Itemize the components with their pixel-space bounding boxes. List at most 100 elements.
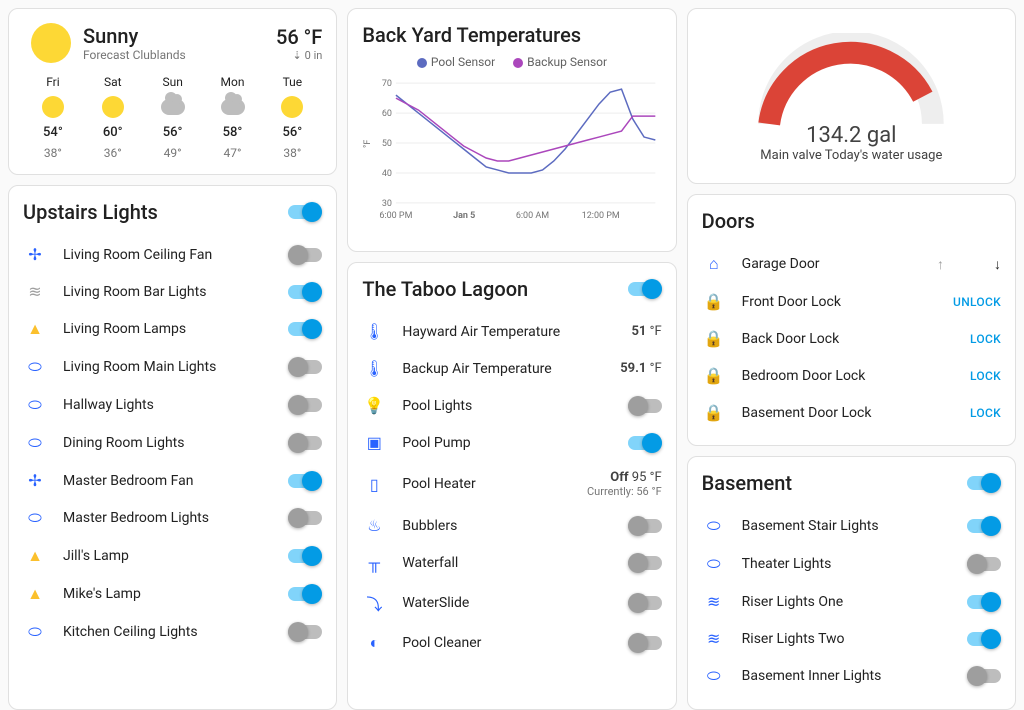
day-high: 60° [103, 125, 123, 140]
toggle[interactable] [967, 632, 1001, 646]
toggle[interactable] [288, 549, 322, 563]
item-label: Bubblers [402, 518, 627, 534]
toggle[interactable] [288, 322, 322, 336]
toggle[interactable] [288, 248, 322, 262]
day-label: Mon [221, 75, 245, 89]
arrow-up-icon[interactable]: ↑ [937, 256, 944, 273]
item-label: Back Door Lock [742, 331, 970, 347]
item-label: Living Room Lamps [63, 321, 288, 337]
list-item: 🌡 Hayward Air Temperature 51 °F [362, 313, 661, 350]
master-toggle[interactable] [288, 205, 322, 219]
light-icon: ⬭ [23, 433, 47, 453]
forecast-day: Tue 56° 38° [280, 75, 304, 160]
item-label: Waterfall [402, 555, 627, 571]
toggle[interactable] [628, 436, 662, 450]
item-value: 51 °F [631, 324, 661, 339]
svg-text:Jan 5: Jan 5 [453, 211, 475, 221]
list-item: 💡 Pool Lights [362, 387, 661, 424]
toggle[interactable] [288, 398, 322, 412]
toggle[interactable] [288, 511, 322, 525]
list-item: ≋ Riser Lights Two [702, 620, 1001, 657]
toggle[interactable] [628, 596, 662, 610]
legend-dot-backup [513, 58, 523, 68]
lock-icon: 🔒 [702, 403, 726, 422]
heater-icon: ▯ [362, 475, 386, 494]
svg-text:30: 30 [382, 199, 392, 209]
therm-icon: 🌡 [362, 322, 386, 341]
slide-icon: ⤵ [362, 591, 386, 615]
upstairs-lights-card: Upstairs Lights ✢ Living Room Ceiling Fa… [8, 185, 337, 710]
toggle[interactable] [288, 587, 322, 601]
day-label: Sun [162, 75, 182, 89]
item-label: Living Room Bar Lights [63, 284, 288, 300]
item-label: Pool Heater [402, 476, 587, 492]
master-toggle[interactable] [967, 476, 1001, 490]
svg-text:°F: °F [363, 140, 373, 148]
gauge-card: 134.2 gal Main valve Today's water usage [687, 8, 1016, 184]
item-label: Pool Cleaner [402, 635, 627, 651]
item-label: Bedroom Door Lock [742, 368, 970, 384]
toggle[interactable] [288, 436, 322, 450]
chart-legend: Pool Sensor Backup Sensor [362, 55, 661, 69]
light-icon: ⬭ [23, 357, 47, 377]
light-icon: ⬭ [702, 666, 726, 686]
item-label: Pool Lights [402, 398, 627, 414]
master-toggle[interactable] [628, 282, 662, 296]
toggle[interactable] [967, 669, 1001, 683]
garage-icon: ⌂ [702, 254, 726, 274]
toggle[interactable] [288, 474, 322, 488]
gauge-value: 134.2 gal [806, 123, 896, 148]
toggle[interactable] [628, 519, 662, 533]
day-high: 54° [43, 125, 63, 140]
therm-icon: 🌡 [362, 359, 386, 378]
list-item: ≋ Living Room Bar Lights [23, 273, 322, 310]
lock-icon: 🔒 [702, 366, 726, 385]
item-label: Hayward Air Temperature [402, 324, 631, 340]
toggle[interactable] [967, 519, 1001, 533]
toggle[interactable] [628, 636, 662, 650]
door-action[interactable]: LOCK [970, 332, 1001, 346]
list-item: ⬭ Hallway Lights [23, 386, 322, 424]
toggle[interactable] [288, 285, 322, 299]
door-action[interactable]: LOCK [970, 406, 1001, 420]
sun-icon [41, 95, 65, 119]
temperature-chart: 3040506070°F6:00 PMJan 56:00 AM12:00 PM [362, 73, 661, 233]
list-item: ⌂ Garage Door ↑ ↓ [702, 245, 1001, 283]
water-gauge [741, 33, 961, 133]
forecast-day: Sat 60° 36° [101, 75, 125, 160]
day-label: Sat [104, 75, 122, 89]
day-low: 49° [164, 146, 182, 160]
doors-card: Doors ⌂ Garage Door ↑ ↓ 🔒 Front Door Loc… [687, 194, 1016, 446]
list-item: ⬭ Dining Room Lights [23, 424, 322, 462]
toggle[interactable] [288, 625, 322, 639]
toggle[interactable] [628, 556, 662, 570]
forecast-day: Mon 58° 47° [221, 75, 245, 160]
forecast-day: Sun 56° 49° [161, 75, 185, 160]
toggle[interactable] [288, 360, 322, 374]
svg-text:60: 60 [382, 109, 392, 119]
lock-icon: 🔒 [702, 292, 726, 311]
weather-condition: Sunny [83, 24, 276, 48]
item-label: Riser Lights Two [742, 631, 967, 647]
cloud-icon [161, 95, 185, 119]
forecast-day: Fri 54° 38° [41, 75, 65, 160]
day-label: Fri [46, 75, 59, 89]
item-label: Backup Air Temperature [402, 361, 620, 377]
card-title: Upstairs Lights [23, 200, 158, 224]
door-action[interactable]: UNLOCK [953, 295, 1001, 309]
toggle[interactable] [628, 399, 662, 413]
list-item: ▲ Mike's Lamp [23, 575, 322, 613]
toggle[interactable] [967, 595, 1001, 609]
list-item: 🔒 Back Door Lock LOCK [702, 320, 1001, 357]
item-label: Basement Stair Lights [742, 518, 967, 534]
lock-icon: 🔒 [702, 329, 726, 348]
card-title: The Taboo Lagoon [362, 277, 528, 301]
arrow-down-icon[interactable]: ↓ [994, 256, 1001, 273]
toggle[interactable] [967, 557, 1001, 571]
list-item: ⬭ Basement Inner Lights [702, 657, 1001, 695]
door-action[interactable]: LOCK [970, 369, 1001, 383]
weather-location: Forecast Clublands [83, 48, 276, 62]
item-label: Theater Lights [742, 556, 967, 572]
list-item: 🔒 Front Door Lock UNLOCK [702, 283, 1001, 320]
svg-text:40: 40 [382, 169, 392, 179]
